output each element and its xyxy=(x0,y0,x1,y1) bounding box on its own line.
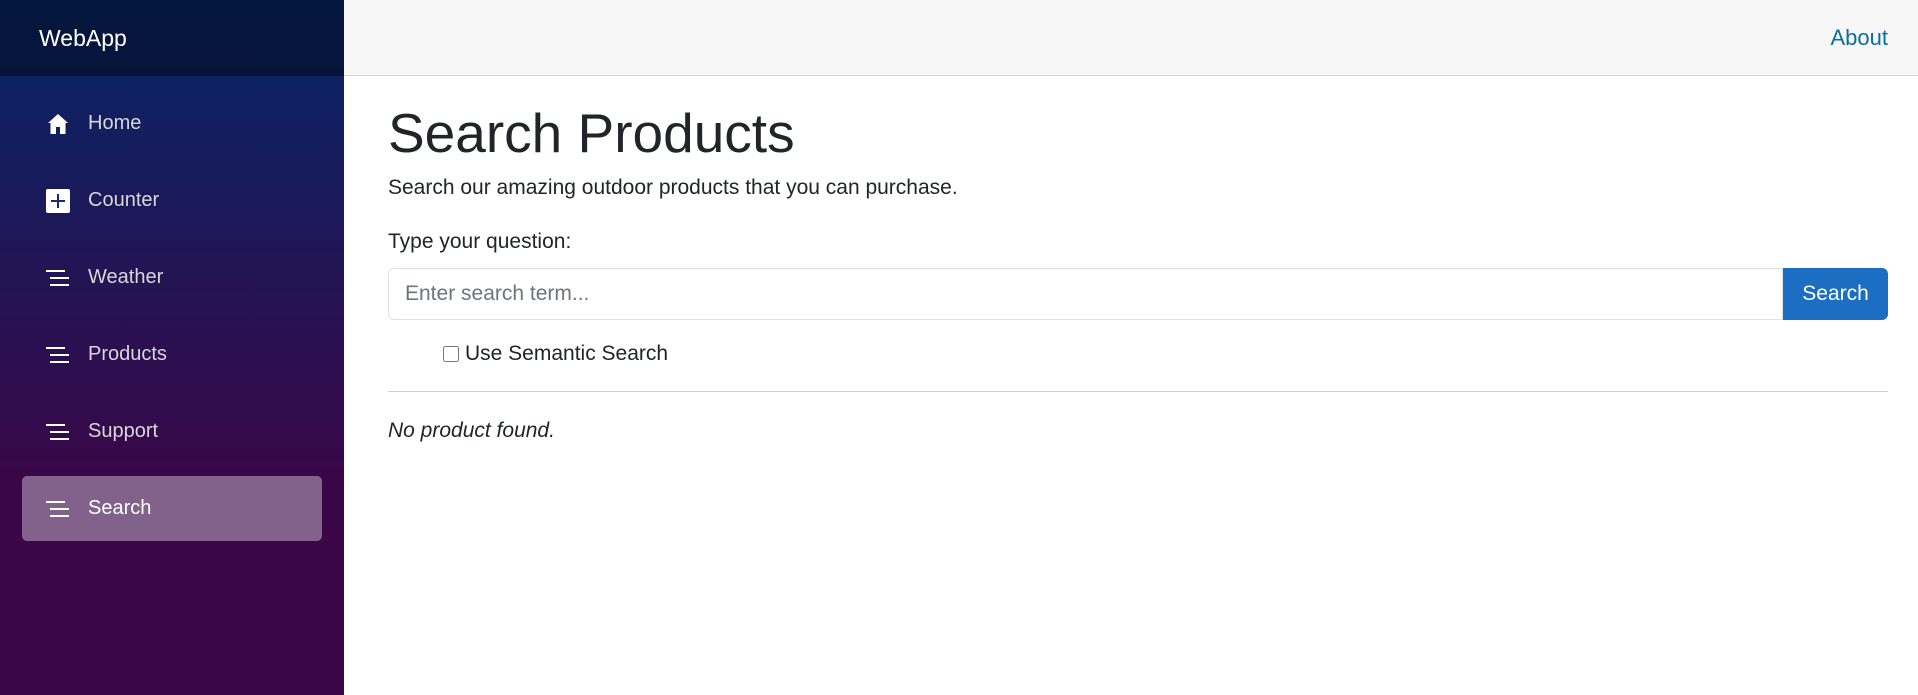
sidebar-item-products[interactable]: Products xyxy=(22,322,322,387)
list-icon xyxy=(44,341,72,369)
list-icon xyxy=(44,495,72,523)
sidebar-item-label: Counter xyxy=(88,189,160,211)
divider xyxy=(388,391,1888,392)
search-group: Search xyxy=(388,268,1888,320)
page-content: Search Products Search our amazing outdo… xyxy=(344,76,1918,443)
page-title: Search Products xyxy=(388,102,795,164)
semantic-search-label[interactable]: Use Semantic Search xyxy=(465,342,668,366)
sidebar-item-label: Support xyxy=(88,420,159,442)
sidebar-item-weather[interactable]: Weather xyxy=(22,245,322,310)
main-area: About Search Products Search our amazing… xyxy=(344,0,1918,695)
sidebar-item-label: Products xyxy=(88,343,167,365)
sidebar-item-label: Search xyxy=(88,497,152,519)
home-icon xyxy=(44,110,72,138)
page-intro: Search our amazing outdoor products that… xyxy=(388,176,958,199)
sidebar-item-support[interactable]: Support xyxy=(22,399,322,464)
question-label: Type your question: xyxy=(388,230,572,253)
semantic-search-checkbox[interactable] xyxy=(443,346,459,362)
about-link[interactable]: About xyxy=(1831,25,1889,51)
brand-bar: WebApp xyxy=(0,0,344,76)
sidebar-item-search[interactable]: Search xyxy=(22,476,322,541)
plus-square-icon xyxy=(44,187,72,215)
brand-link[interactable]: WebApp xyxy=(39,25,127,52)
sidebar-nav: Home Counter Weather Products Support Se… xyxy=(0,76,344,541)
sidebar-item-home[interactable]: Home xyxy=(22,91,322,156)
list-icon xyxy=(44,264,72,292)
sidebar: WebApp Home Counter Weather Products Sup… xyxy=(0,0,344,695)
app-root: WebApp Home Counter Weather Products Sup… xyxy=(0,0,1918,695)
semantic-search-row: Use Semantic Search xyxy=(443,342,1888,366)
result-message: No product found. xyxy=(388,419,555,442)
search-button[interactable]: Search xyxy=(1783,268,1888,320)
sidebar-item-label: Weather xyxy=(88,266,164,288)
search-input[interactable] xyxy=(388,268,1783,320)
sidebar-item-label: Home xyxy=(88,112,142,134)
list-icon xyxy=(44,418,72,446)
top-row: About xyxy=(344,0,1918,76)
sidebar-item-counter[interactable]: Counter xyxy=(22,168,322,233)
